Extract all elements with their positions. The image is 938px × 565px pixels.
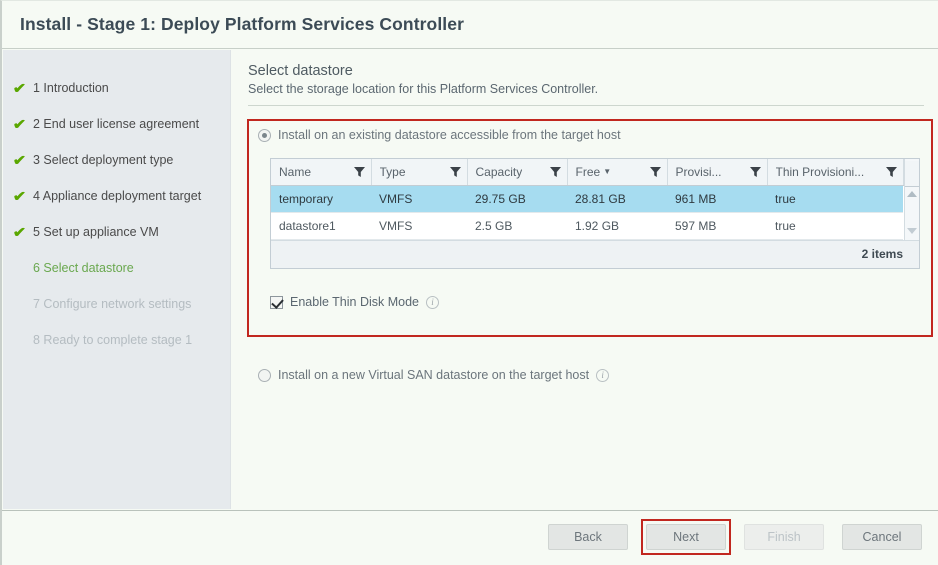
sidebar-item-label: 4 Appliance deployment target [33, 189, 202, 203]
filter-icon[interactable] [649, 166, 661, 177]
wizard-step-sidebar: ✔ 1 Introduction ✔ 2 End user license agree… [3, 50, 231, 509]
filter-icon[interactable] [353, 166, 365, 177]
sidebar-item-4[interactable]: ✔ 4 Appliance deployment target [3, 178, 230, 214]
sidebar-item-6[interactable]: 6 Select datastore [3, 250, 230, 286]
table-body: temporary VMFS 29.75 GB 28.81 GB 961 MB true d… [271, 185, 903, 240]
info-icon[interactable]: i [426, 295, 440, 309]
table-cell-provisioned: 597 MB [667, 212, 767, 240]
thin-disk-mode-checkbox[interactable] [270, 295, 283, 309]
page-subtitle: Select the storage location for this Pla… [248, 82, 599, 96]
datastore-table[interactable]: Name Type Capacity Free ▼ Provisi... Thin Prov… [270, 158, 920, 269]
sidebar-item-label: 2 End user license agreement [33, 117, 200, 131]
back-button[interactable]: Back [548, 524, 628, 550]
scrollbar-header-spacer [904, 161, 919, 187]
table-cell-name: datastore1 [271, 212, 371, 240]
finish-button: Finish [744, 524, 824, 550]
window-titlebar: Install - Stage 1: Deploy Platform Servi… [2, 1, 938, 49]
main-content: Select datastore Select the storage loca… [232, 50, 938, 509]
thin-disk-mode-row[interactable]: Enable Thin Disk Mode i [270, 295, 440, 309]
table-cell-type: VMFS [371, 212, 467, 240]
filter-icon[interactable] [749, 166, 761, 177]
next-button[interactable]: Next [646, 524, 726, 550]
sidebar-item-1[interactable]: ✔ 1 Introduction [3, 70, 230, 106]
window-title: Install - Stage 1: Deploy Platform Servi… [20, 14, 464, 34]
scroll-up-arrow-icon[interactable] [906, 191, 917, 197]
table-cell-thin-provisioned: true [767, 212, 903, 240]
table-column-label: Free [575, 164, 601, 179]
check-icon: ✔ [12, 224, 27, 240]
sidebar-item-label: 6 Select datastore [33, 261, 134, 275]
thin-disk-mode-label: Enable Thin Disk Mode [290, 295, 420, 309]
sidebar-item-label: 5 Set up appliance VM [33, 225, 159, 239]
table-column-header[interactable]: Thin Provisioni... [767, 159, 904, 186]
sidebar-item-label: 1 Introduction [33, 81, 109, 95]
radio-option-existing-datastore[interactable]: Install on an existing datastore accessi… [258, 128, 621, 142]
filter-icon[interactable] [449, 166, 461, 177]
page-title: Select datastore [248, 63, 353, 79]
table-cell-type: VMFS [371, 185, 467, 213]
cancel-button[interactable]: Cancel [842, 524, 922, 550]
table-cell-provisioned: 961 MB [667, 185, 767, 213]
table-header-row: Name Type Capacity Free ▼ Provisi... Thin Prov… [271, 159, 904, 186]
table-cell-capacity: 29.75 GB [467, 185, 567, 213]
sidebar-item-2[interactable]: ✔ 2 End user license agreement [3, 106, 230, 142]
table-column-header[interactable]: Type [371, 159, 468, 186]
sort-descending-icon: ▼ [603, 167, 612, 177]
table-column-header[interactable]: Capacity [467, 159, 568, 186]
radio-option-vsan-datastore[interactable]: Install on a new Virtual SAN datastore o… [258, 368, 610, 382]
sidebar-item-label: 3 Select deployment type [33, 153, 174, 167]
table-column-label: Type [379, 164, 406, 179]
radio-vsan-datastore-label: Install on a new Virtual SAN datastore o… [278, 368, 590, 382]
radio-existing-datastore-label: Install on an existing datastore accessi… [278, 128, 621, 142]
check-icon: ✔ [12, 152, 27, 168]
wizard-footer: Back Next Finish Cancel [2, 510, 938, 565]
table-cell-capacity: 2.5 GB [467, 212, 567, 240]
install-wizard-window: Install - Stage 1: Deploy Platform Servi… [0, 0, 938, 565]
table-cell-name: temporary [271, 185, 371, 213]
footer-button-row: Back Next Finish Cancel [548, 519, 922, 555]
table-cell-free: 28.81 GB [567, 185, 667, 213]
table-row[interactable]: datastore1 VMFS 2.5 GB 1.92 GB 597 MB true [271, 212, 903, 240]
sidebar-item-5[interactable]: ✔ 5 Set up appliance VM [3, 214, 230, 250]
radio-vsan-datastore-icon[interactable] [258, 368, 271, 382]
table-item-count: 2 items [861, 247, 903, 261]
check-icon: ✔ [12, 116, 27, 132]
table-column-label: Capacity [475, 164, 523, 179]
table-column-label: Provisi... [675, 164, 722, 179]
table-column-header[interactable]: Free ▼ [567, 159, 668, 186]
scroll-down-arrow-icon[interactable] [906, 227, 917, 234]
header-divider [248, 105, 924, 106]
sidebar-item-8[interactable]: 8 Ready to complete stage 1 [3, 322, 230, 358]
page-header: Select datastore Select the storage loca… [232, 50, 938, 96]
table-cell-thin-provisioned: true [767, 185, 903, 213]
highlight-box-next-button: Next [641, 519, 731, 555]
info-icon[interactable]: i [596, 368, 610, 382]
table-column-label: Name [279, 164, 312, 179]
sidebar-item-7[interactable]: 7 Configure network settings [3, 286, 230, 322]
table-cell-free: 1.92 GB [567, 212, 667, 240]
table-footer: 2 items [271, 239, 919, 268]
sidebar-item-3[interactable]: ✔ 3 Select deployment type [3, 142, 230, 178]
table-column-header[interactable]: Name [271, 159, 372, 186]
sidebar-item-label: 7 Configure network settings [33, 297, 192, 311]
radio-existing-datastore-icon[interactable] [258, 128, 271, 142]
check-icon: ✔ [12, 188, 27, 204]
filter-icon[interactable] [549, 166, 561, 177]
table-column-label: Thin Provisioni... [775, 164, 865, 179]
table-vertical-scrollbar[interactable] [903, 159, 919, 240]
table-row[interactable]: temporary VMFS 29.75 GB 28.81 GB 961 MB true [271, 185, 903, 213]
table-column-header[interactable]: Provisi... [667, 159, 768, 186]
datastore-table-grid: Name Type Capacity Free ▼ Provisi... Thin Prov… [271, 159, 904, 240]
sidebar-item-label: 8 Ready to complete stage 1 [33, 333, 193, 347]
check-icon: ✔ [12, 80, 27, 96]
filter-icon[interactable] [885, 166, 897, 177]
